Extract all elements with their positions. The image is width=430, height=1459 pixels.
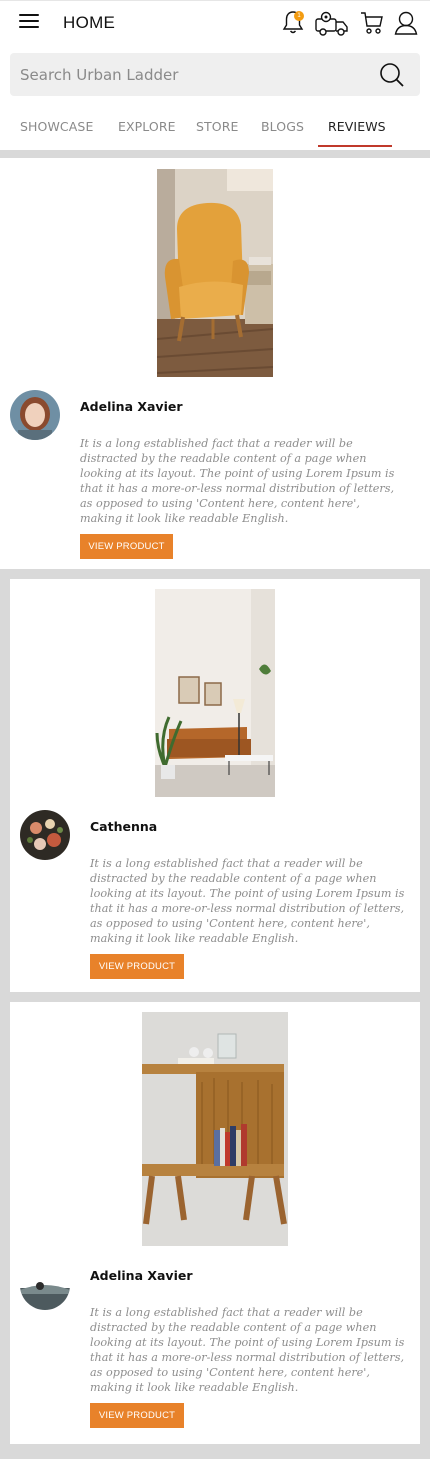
tab-reviews[interactable]: REVIEWS bbox=[328, 119, 386, 134]
delivery-truck-icon[interactable] bbox=[314, 11, 350, 37]
tab-blogs[interactable]: BLOGS bbox=[261, 119, 304, 134]
notification-badge: 1 bbox=[294, 11, 304, 21]
product-photo-side-table bbox=[142, 1012, 288, 1246]
menu-icon[interactable] bbox=[19, 14, 39, 30]
product-photo-armchair bbox=[157, 169, 273, 377]
review-card: Adelina Xavier It is a long established … bbox=[0, 158, 430, 569]
reviewer-name: Cathenna bbox=[90, 819, 158, 834]
review-text: It is a long established fact that a rea… bbox=[80, 437, 395, 525]
cart-icon[interactable] bbox=[360, 11, 384, 35]
page-title: HOME bbox=[63, 13, 116, 32]
view-product-button[interactable]: VIEW PRODUCT bbox=[90, 954, 184, 979]
review-text: It is a long established fact that a rea… bbox=[90, 1306, 405, 1394]
search-input[interactable] bbox=[10, 53, 370, 96]
search-bar bbox=[10, 53, 420, 96]
user-icon[interactable] bbox=[394, 10, 418, 36]
review-text: It is a long established fact that a rea… bbox=[90, 857, 405, 945]
reviewer-name: Adelina Xavier bbox=[90, 1268, 193, 1283]
review-card: Adelina Xavier It is a long established … bbox=[10, 1002, 420, 1444]
tab-showcase[interactable]: SHOWCASE bbox=[20, 119, 93, 134]
view-product-button[interactable]: VIEW PRODUCT bbox=[80, 534, 173, 559]
active-tab-indicator bbox=[318, 145, 392, 147]
tab-explore[interactable]: EXPLORE bbox=[118, 119, 176, 134]
reviewer-name: Adelina Xavier bbox=[80, 399, 183, 414]
reviewer-avatar bbox=[20, 1260, 70, 1310]
tab-store[interactable]: STORE bbox=[196, 119, 239, 134]
reviewer-avatar bbox=[20, 810, 70, 860]
nav-tabs: SHOWCASE EXPLORE STORE BLOGS REVIEWS bbox=[0, 107, 430, 149]
view-product-button[interactable]: VIEW PRODUCT bbox=[90, 1403, 184, 1428]
reviewer-avatar bbox=[10, 390, 60, 440]
review-card: Cathenna It is a long established fact t… bbox=[10, 579, 420, 992]
search-icon[interactable] bbox=[378, 61, 406, 89]
top-header: HOME 1 SHOWCASE EXPLORE STORE BLOGS REVI… bbox=[0, 0, 430, 150]
product-photo-sofa bbox=[155, 589, 275, 797]
